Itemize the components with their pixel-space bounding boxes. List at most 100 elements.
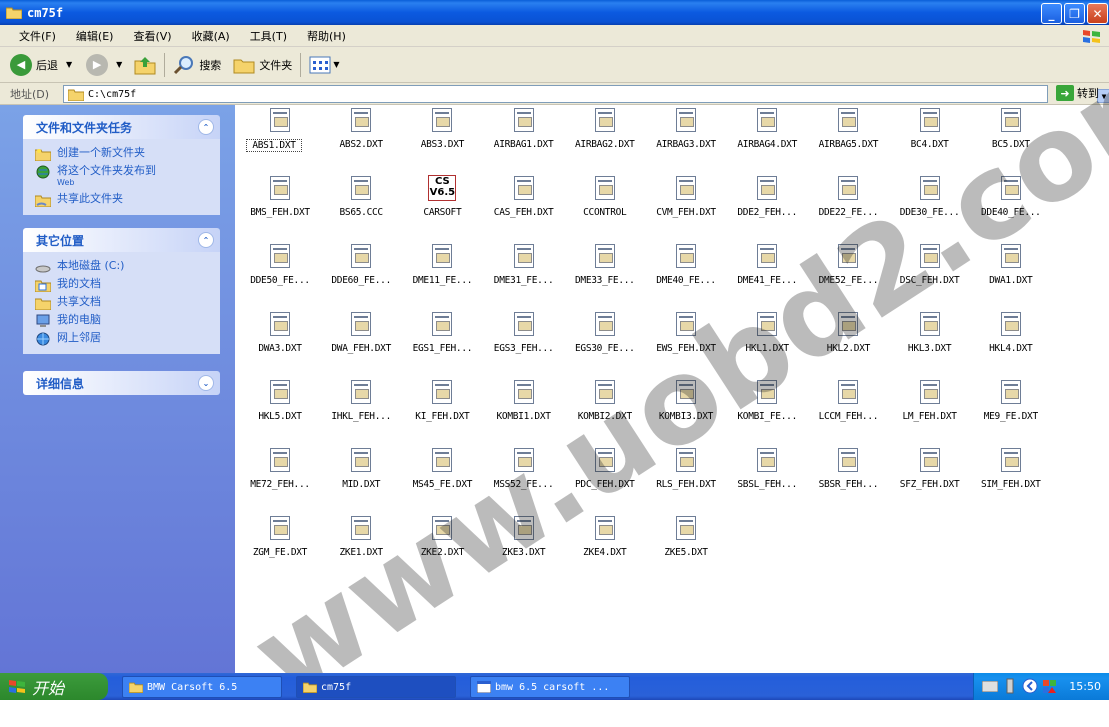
address-input[interactable]: C:\cm75f ▼	[63, 85, 1109, 103]
file-item[interactable]: MS45_FE.DXT	[402, 445, 482, 511]
place-local-disk[interactable]: 本地磁盘 (C:)	[35, 258, 220, 276]
file-item[interactable]: BC5.DXT	[971, 105, 1051, 171]
file-item[interactable]: DDE50_FE...	[240, 241, 320, 307]
file-item[interactable]: SBSR_FEH...	[808, 445, 888, 511]
file-item[interactable]: SIM_FEH.DXT	[971, 445, 1051, 511]
file-item[interactable]: ZKE2.DXT	[402, 513, 482, 579]
start-button[interactable]: 开始	[0, 673, 108, 700]
file-item[interactable]: CS V6.5 CARSOFT	[402, 173, 482, 239]
file-item[interactable]: DDE2_FEH...	[727, 173, 807, 239]
file-item[interactable]: ZKE1.DXT	[321, 513, 401, 579]
maximize-button[interactable]: ❐	[1064, 3, 1085, 24]
views-button[interactable]: ▼	[309, 56, 339, 74]
menu-edit[interactable]: 编辑(E)	[66, 28, 124, 44]
search-button[interactable]: 搜索	[173, 55, 221, 75]
file-item[interactable]: ME9_FE.DXT	[971, 377, 1051, 443]
file-item[interactable]: DME40_FE...	[646, 241, 726, 307]
file-item[interactable]: DDE40_FE...	[971, 173, 1051, 239]
expand-icon[interactable]: ⌄	[198, 375, 214, 391]
file-item[interactable]: KI_FEH.DXT	[402, 377, 482, 443]
collapse-icon[interactable]: ⌃	[198, 119, 214, 135]
file-item[interactable]: DME31_FE...	[484, 241, 564, 307]
folders-button[interactable]: 文件夹	[233, 56, 292, 74]
file-item[interactable]: CCONTROL	[565, 173, 645, 239]
file-item[interactable]: DWA3.DXT	[240, 309, 320, 375]
file-tasks-header[interactable]: 文件和文件夹任务 ⌃	[23, 115, 220, 139]
file-item[interactable]: ABS3.DXT	[402, 105, 482, 171]
file-item[interactable]: BMS_FEH.DXT	[240, 173, 320, 239]
other-places-header[interactable]: 其它位置 ⌃	[23, 228, 220, 252]
place-shared-documents[interactable]: 共享文档	[35, 294, 220, 312]
file-item[interactable]: DSC_FEH.DXT	[890, 241, 970, 307]
file-item[interactable]: DDE60_FE...	[321, 241, 401, 307]
chevron-down-icon[interactable]: ▼	[333, 60, 339, 69]
file-item[interactable]: MSS52_FE...	[484, 445, 564, 511]
file-item[interactable]: KOMBI3.DXT	[646, 377, 726, 443]
file-item[interactable]: ME72_FEH...	[240, 445, 320, 511]
place-my-computer[interactable]: 我的电脑	[35, 312, 220, 330]
chevron-down-icon[interactable]: ▼	[116, 60, 122, 69]
up-folder-button[interactable]	[134, 55, 156, 75]
file-item[interactable]: EGS1_FEH...	[402, 309, 482, 375]
file-item[interactable]: EWS_FEH.DXT	[646, 309, 726, 375]
file-item[interactable]: AIRBAG1.DXT	[484, 105, 564, 171]
file-item[interactable]: DDE22_FE...	[808, 173, 888, 239]
file-item[interactable]: DME11_FE...	[402, 241, 482, 307]
file-item[interactable]: ZKE4.DXT	[565, 513, 645, 579]
title-bar[interactable]: cm75f _ ❐ ✕	[0, 0, 1109, 25]
close-button[interactable]: ✕	[1087, 3, 1108, 24]
share-folder-link[interactable]: 共享此文件夹	[35, 191, 220, 209]
file-item[interactable]: ZGM_FE.DXT	[240, 513, 320, 579]
minimize-button[interactable]: _	[1041, 3, 1062, 24]
file-item[interactable]: KOMBI2.DXT	[565, 377, 645, 443]
security-alert-icon[interactable]	[1042, 678, 1060, 694]
file-item[interactable]: MID.DXT	[321, 445, 401, 511]
menu-file[interactable]: 文件(F)	[0, 28, 66, 44]
file-item[interactable]: KOMBI1.DXT	[484, 377, 564, 443]
network-connection-icon[interactable]	[1004, 678, 1016, 694]
publish-web-link[interactable]: 将这个文件夹发布到 Web	[35, 163, 220, 191]
file-item[interactable]: HKL5.DXT	[240, 377, 320, 443]
file-item[interactable]: ABS1.DXT	[240, 105, 320, 171]
file-item[interactable]: KOMBI_FE...	[727, 377, 807, 443]
file-item[interactable]: DWA1.DXT	[971, 241, 1051, 307]
place-network[interactable]: 网上邻居	[35, 330, 220, 348]
file-item[interactable]: SBSL_FEH...	[727, 445, 807, 511]
file-item[interactable]: BS65.CCC	[321, 173, 401, 239]
file-item[interactable]: EGS30_FE...	[565, 309, 645, 375]
file-item[interactable]: BC4.DXT	[890, 105, 970, 171]
task-carsoft[interactable]: BMW Carsoft 6.5	[122, 676, 282, 698]
menu-view[interactable]: 查看(V)	[123, 28, 181, 44]
task-cm75f[interactable]: cm75f	[296, 676, 456, 698]
file-item[interactable]: HKL1.DXT	[727, 309, 807, 375]
file-item[interactable]: HKL4.DXT	[971, 309, 1051, 375]
file-item[interactable]: ZKE5.DXT	[646, 513, 726, 579]
back-button[interactable]: ◀ 后退 ▼	[10, 53, 72, 76]
file-item[interactable]: DWA_FEH.DXT	[321, 309, 401, 375]
file-item[interactable]: HKL3.DXT	[890, 309, 970, 375]
file-item[interactable]: LM_FEH.DXT	[890, 377, 970, 443]
file-list[interactable]: ABS1.DXT ABS2.DXT ABS3.DXT AIRBAG1.DXT AIRBA…	[235, 105, 1109, 673]
file-item[interactable]: SFZ_FEH.DXT	[890, 445, 970, 511]
details-header[interactable]: 详细信息 ⌄	[23, 371, 220, 395]
menu-help[interactable]: 帮助(H)	[297, 28, 356, 44]
file-item[interactable]: AIRBAG2.DXT	[565, 105, 645, 171]
file-item[interactable]: LCCM_FEH...	[808, 377, 888, 443]
file-item[interactable]: AIRBAG3.DXT	[646, 105, 726, 171]
file-item[interactable]: ABS2.DXT	[321, 105, 401, 171]
keyboard-icon[interactable]	[982, 681, 998, 692]
file-item[interactable]: RLS_FEH.DXT	[646, 445, 726, 511]
file-item[interactable]: DME52_FE...	[808, 241, 888, 307]
go-button[interactable]: ➜ 转到	[1056, 85, 1099, 101]
place-my-documents[interactable]: 我的文档	[35, 276, 220, 294]
file-item[interactable]: CVM_FEH.DXT	[646, 173, 726, 239]
file-item[interactable]: DDE30_FE...	[890, 173, 970, 239]
new-folder-link[interactable]: 创建一个新文件夹	[35, 145, 220, 163]
file-item[interactable]: EGS3_FEH...	[484, 309, 564, 375]
back-arrow-icon[interactable]	[1022, 678, 1038, 694]
forward-button[interactable]: ▶ ▼	[86, 53, 122, 76]
file-item[interactable]: CAS_FEH.DXT	[484, 173, 564, 239]
task-carsoft-app[interactable]: bmw 6.5 carsoft ...	[470, 676, 630, 698]
file-item[interactable]: AIRBAG4.DXT	[727, 105, 807, 171]
file-item[interactable]: DME41_FE...	[727, 241, 807, 307]
